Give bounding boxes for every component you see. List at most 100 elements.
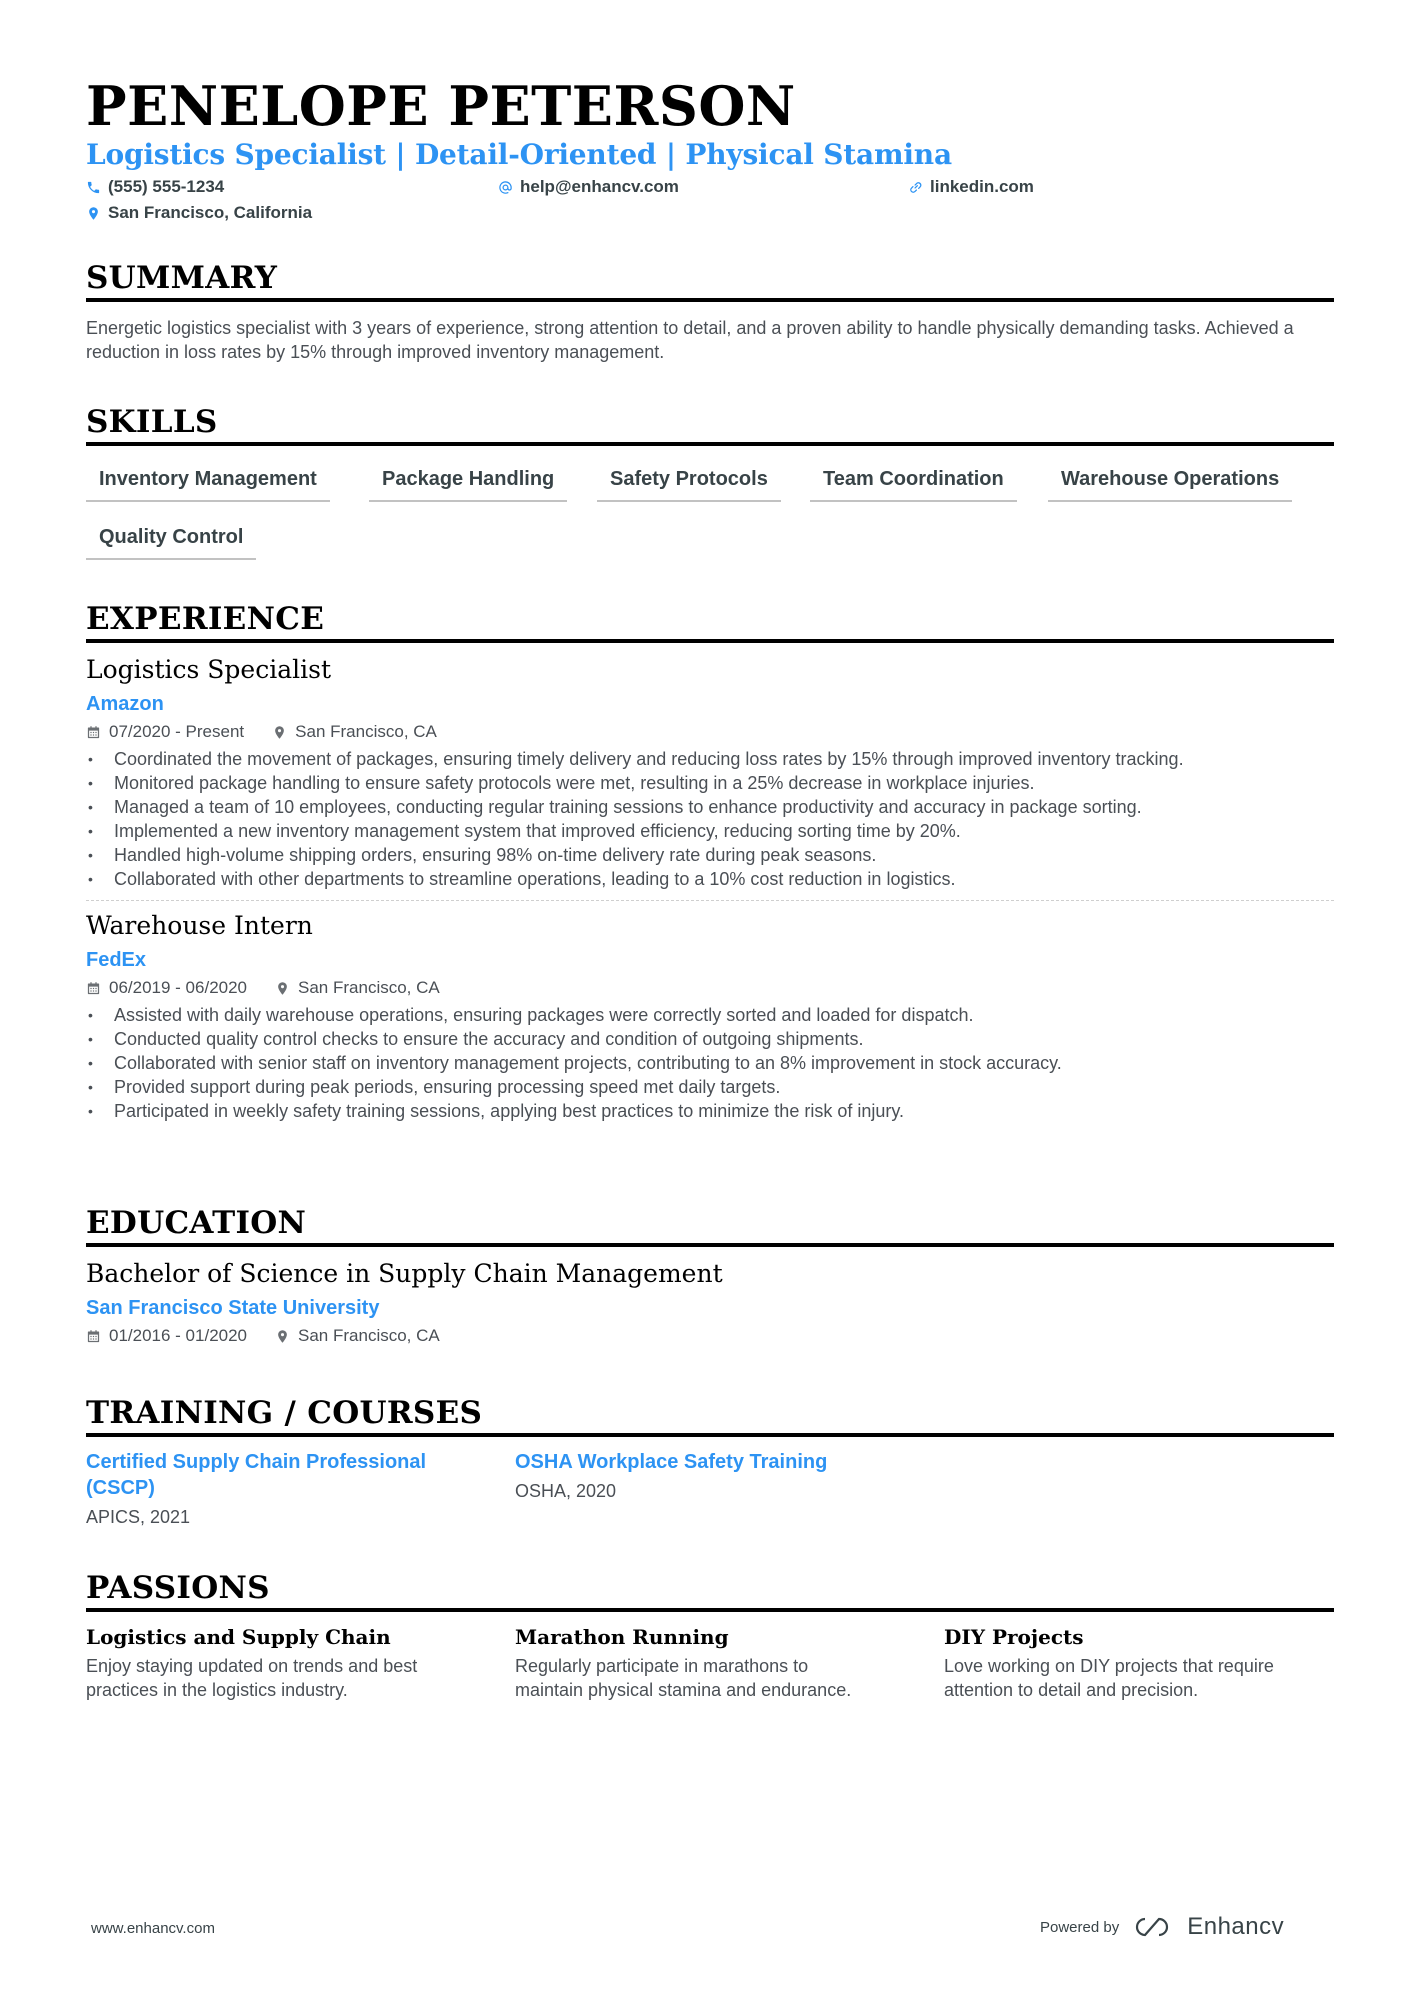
company-name: Amazon	[86, 693, 164, 715]
calendar-icon	[87, 725, 100, 738]
skill-tag: Quality Control	[86, 524, 257, 560]
degree-title: Bachelor of Science in Supply Chain Mana…	[86, 1259, 723, 1288]
passion-entry: Marathon Running Regularly participate i…	[515, 1624, 925, 1702]
experience-section: EXPERIENCE Logistics Specialist Amazon 0…	[86, 601, 1334, 1123]
job-bullets: Assisted with daily warehouse operations…	[86, 1003, 1306, 1123]
bullet-item: Managed a team of 10 employees, conducti…	[86, 795, 1306, 819]
education-meta: 01/2016 - 01/2020 San Francisco, CA	[86, 1325, 1334, 1347]
map-pin-icon	[275, 725, 285, 739]
education-dates: 01/2016 - 01/2020	[109, 1326, 248, 1345]
course-provider: APICS, 2021	[86, 1507, 191, 1527]
map-pin-icon	[278, 981, 287, 995]
passion-desc: practices in the logistics industry.	[86, 1680, 348, 1700]
education-section: EDUCATION Bachelor of Science in Supply …	[86, 1205, 1334, 1347]
passion-desc: attention to detail and precision.	[944, 1680, 1199, 1700]
job-location: San Francisco, CA	[298, 978, 440, 997]
experience-entry: Logistics Specialist Amazon 07/2020 - Pr…	[86, 655, 1334, 891]
section-divider	[86, 639, 1334, 643]
footer-website[interactable]: www.enhancv.com	[91, 1919, 215, 1939]
bullet-item: Conducted quality control checks to ensu…	[86, 1027, 1306, 1051]
contact-email[interactable]: help@enhancv.com	[498, 176, 679, 198]
section-divider	[86, 1243, 1334, 1247]
link-icon	[910, 181, 922, 193]
bullet-item: Coordinated the movement of packages, en…	[86, 747, 1306, 771]
passion-title: Marathon Running	[515, 1625, 729, 1649]
calendar-icon	[87, 981, 100, 994]
email-link[interactable]: help@enhancv.com	[520, 176, 679, 198]
calendar-icon	[87, 1329, 100, 1342]
course-entry: OSHA Workplace Safety Training OSHA, 202…	[515, 1449, 915, 1503]
section-title: EDUCATION	[86, 1205, 307, 1241]
location-text: San Francisco, California	[108, 203, 313, 222]
course-title: OSHA Workplace Safety Training	[515, 1451, 828, 1473]
school-name: San Francisco State University	[86, 1297, 380, 1319]
section-title: EXPERIENCE	[86, 601, 325, 637]
bullet-item: Monitored package handling to ensure saf…	[86, 771, 1306, 795]
job-dates: 06/2019 - 06/2020	[109, 978, 248, 997]
enhancv-logo-icon	[1136, 1917, 1169, 1937]
phone-icon	[87, 181, 100, 193]
company-name: FedEx	[86, 949, 147, 971]
passion-title: DIY Projects	[944, 1625, 1084, 1649]
education-location: San Francisco, CA	[298, 1326, 440, 1345]
passion-entry: DIY Projects Love working on DIY project…	[944, 1624, 1354, 1702]
course-entry: Certified Supply Chain Professional (CSC…	[86, 1449, 486, 1529]
job-dates: 07/2020 - Present	[109, 722, 245, 741]
at-icon	[499, 180, 512, 194]
powered-by[interactable]: Powered by Enhancv	[1040, 1913, 1284, 1941]
job-location: San Francisco, CA	[295, 722, 437, 741]
experience-entry: Warehouse Intern FedEx 06/2019 - 06/2020…	[86, 911, 1334, 1123]
skill-tag: Inventory Management	[86, 466, 330, 502]
skill-tag: Team Coordination	[810, 466, 1017, 502]
contact-location: San Francisco, California	[86, 202, 312, 224]
contact-linkedin[interactable]: linkedin.com	[908, 176, 1034, 198]
skill-tag: Safety Protocols	[597, 466, 781, 502]
contact-phone: (555) 555-1234	[86, 176, 224, 198]
training-section: TRAINING / COURSES Certified Supply Chai…	[86, 1395, 1334, 1539]
section-divider	[86, 1608, 1334, 1612]
course-provider: OSHA, 2020	[515, 1481, 617, 1501]
job-bullets: Coordinated the movement of packages, en…	[86, 747, 1306, 891]
bullet-item: Collaborated with other departments to s…	[86, 867, 1306, 891]
section-title: SUMMARY	[86, 260, 278, 296]
education-entry: Bachelor of Science in Supply Chain Mana…	[86, 1259, 1334, 1347]
course-title: Certified Supply Chain Professional	[86, 1451, 427, 1473]
passion-desc: Love working on DIY projects that requir…	[944, 1656, 1274, 1676]
job-meta: 07/2020 - Present San Francisco, CA	[86, 721, 1334, 743]
bullet-item: Handled high-volume shipping orders, ens…	[86, 843, 1306, 867]
job-title: Logistics Specialist	[86, 655, 331, 684]
section-divider	[86, 1433, 1334, 1437]
job-meta: 06/2019 - 06/2020 San Francisco, CA	[86, 977, 1334, 999]
job-title: Warehouse Intern	[86, 911, 313, 940]
skill-tag: Package Handling	[369, 466, 568, 502]
passions-section: PASSIONS Logistics and Supply Chain Enjo…	[86, 1570, 1334, 1704]
section-title: PASSIONS	[86, 1570, 270, 1606]
summary-text: Energetic logistics specialist with 3 ye…	[86, 318, 1294, 362]
bullet-item: Participated in weekly safety training s…	[86, 1099, 1306, 1123]
skills-section: SKILLS Inventory Management Package Hand…	[86, 404, 1334, 560]
bullet-item: Implemented a new inventory management s…	[86, 819, 1306, 843]
section-divider	[86, 442, 1334, 446]
map-pin-icon	[89, 206, 98, 220]
summary-section: SUMMARY Energetic logistics specialist w…	[86, 260, 1334, 364]
passion-desc: maintain physical stamina and endurance.	[515, 1680, 852, 1700]
section-title: SKILLS	[86, 404, 218, 440]
course-title-cont: (CSCP)	[86, 1477, 155, 1499]
linkedin-link[interactable]: linkedin.com	[930, 176, 1034, 198]
passion-title: Logistics and Supply Chain	[86, 1625, 391, 1649]
powered-by-label: Powered by	[1040, 1918, 1120, 1936]
candidate-name: PENELOPE PETERSON	[86, 74, 796, 138]
bullet-item: Collaborated with senior staff on invent…	[86, 1051, 1306, 1075]
entry-divider	[86, 900, 1334, 901]
bullet-item: Provided support during peak periods, en…	[86, 1075, 1306, 1099]
section-divider	[86, 298, 1334, 302]
passion-entry: Logistics and Supply Chain Enjoy staying…	[86, 1624, 496, 1702]
passion-desc: Regularly participate in marathons to	[515, 1656, 809, 1676]
section-title: TRAINING / COURSES	[86, 1395, 483, 1431]
skill-tag: Warehouse Operations	[1048, 466, 1293, 502]
map-pin-icon	[278, 1329, 287, 1343]
brand-name: Enhancv	[1187, 1913, 1285, 1940]
bullet-item: Assisted with daily warehouse operations…	[86, 1003, 1306, 1027]
passion-desc: Enjoy staying updated on trends and best	[86, 1656, 418, 1676]
headline: Logistics Specialist | Detail-Oriented |…	[86, 138, 952, 171]
